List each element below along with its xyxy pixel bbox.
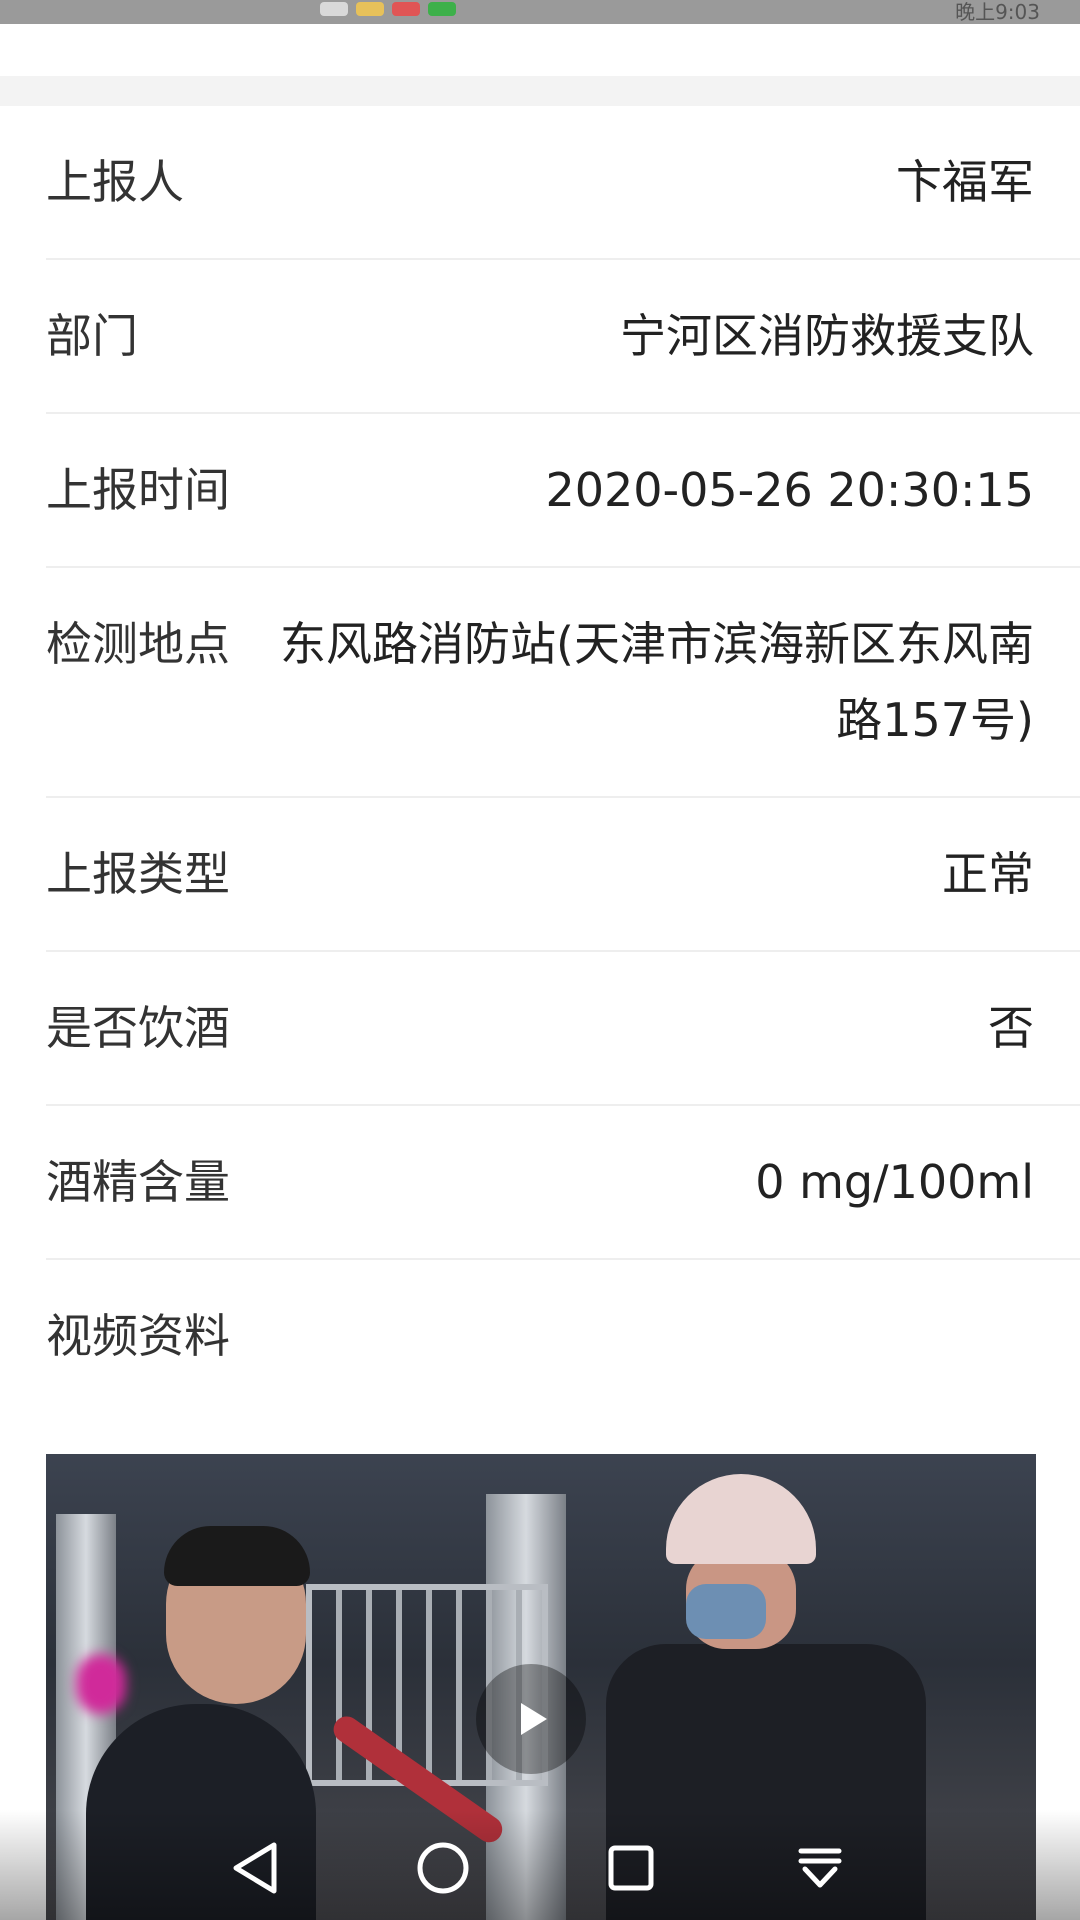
back-triangle-icon [233,1842,277,1894]
detail-row-location: 检测地点 东风路消防站(天津市滨海新区东风南路157号) [46,568,1080,798]
video-section-title: 视频资料 [46,1309,230,1363]
notification-icon [320,2,348,16]
detail-row-alcohol: 酒精含量 0 mg/100ml [46,1106,1080,1260]
nav-home-button[interactable] [413,1838,473,1898]
status-bar: 晚上9:03 [0,0,1080,24]
top-bar [0,24,1080,76]
video-light [76,1654,126,1714]
drinking-value: 否 [988,1001,1034,1055]
pulldown-menu-icon [798,1848,842,1888]
notification-icon [428,2,456,16]
recent-square-icon [608,1845,654,1891]
detail-row-report-time: 上报时间 2020-05-26 20:30:15 [46,414,1080,568]
detail-list: 上报人 卞福军 部门 宁河区消防救援支队 上报时间 2020-05-26 20:… [0,106,1080,1394]
reporter-label: 上报人 [46,155,184,209]
notification-icon [392,2,420,16]
location-value: 东风路消防站(天津市滨海新区东风南路157号) [280,617,1034,747]
nav-menu-button[interactable] [790,1838,850,1898]
report-type-value: 正常 [942,847,1034,901]
video-person-left-hair [164,1526,310,1586]
drinking-label: 是否饮酒 [46,1001,230,1055]
home-circle-icon [417,1842,469,1894]
detail-row-reporter: 上报人 卞福军 [46,106,1080,260]
detail-row-drinking: 是否饮酒 否 [46,952,1080,1106]
notification-icon [356,2,384,16]
location-label: 检测地点 [46,617,230,671]
report-type-label: 上报类型 [46,847,230,901]
system-nav-bar [0,1810,1080,1920]
nav-recent-button[interactable] [601,1838,661,1898]
alcohol-label: 酒精含量 [46,1155,230,1209]
nav-back-button[interactable] [225,1838,285,1898]
status-clock: 晚上9:03 [955,0,1040,24]
department-value: 宁河区消防救援支队 [620,309,1034,363]
section-gap [0,76,1080,106]
detail-row-report-type: 上报类型 正常 [46,798,1080,952]
notification-icons [320,2,456,22]
play-icon [521,1703,547,1735]
reporter-value: 卞福军 [896,155,1034,209]
alcohol-value: 0 mg/100ml [755,1155,1034,1209]
department-label: 部门 [46,309,138,363]
play-button[interactable] [476,1664,586,1774]
detail-row-department: 部门 宁河区消防救援支队 [46,260,1080,414]
video-person-right-mask [686,1584,766,1639]
report-time-value: 2020-05-26 20:30:15 [545,463,1034,517]
report-time-label: 上报时间 [46,463,230,517]
